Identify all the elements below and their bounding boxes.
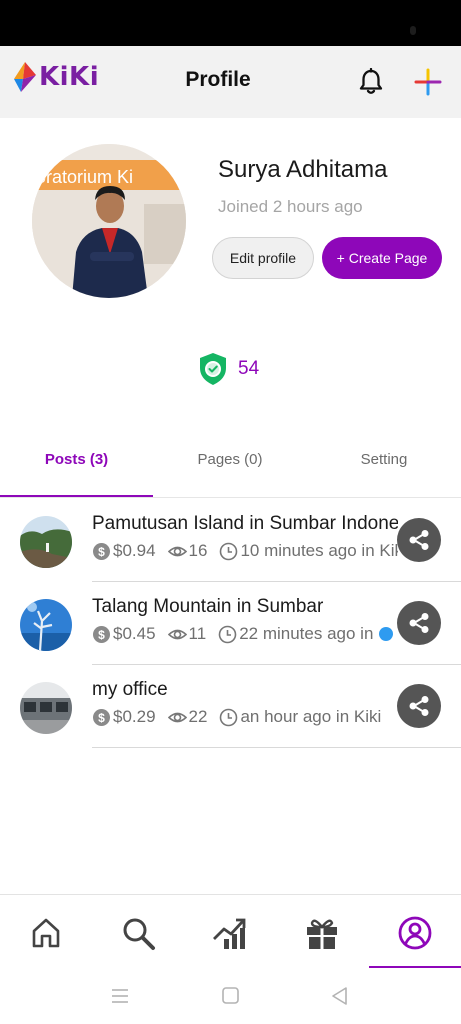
trending-icon [213, 918, 246, 949]
photo-banner-text: oratorium Ki [36, 167, 133, 187]
office-photo-thumbnail [20, 682, 72, 734]
back-icon[interactable] [331, 987, 348, 1005]
coin-icon: $ [93, 625, 110, 643]
coin-icon: $ [93, 542, 110, 560]
nav-gift[interactable] [276, 895, 368, 969]
eye-icon [167, 712, 187, 722]
edit-profile-button[interactable]: Edit profile [212, 237, 314, 279]
post-views: 16 [188, 541, 208, 560]
post-earnings: $0.94 [113, 541, 156, 560]
page-title: Profile [185, 68, 251, 91]
share-button[interactable] [397, 684, 441, 728]
add-icon[interactable] [414, 68, 442, 96]
post-earnings: $0.29 [113, 707, 156, 726]
svg-text:$: $ [98, 711, 105, 725]
coin-icon: $ [93, 708, 110, 726]
bottom-navigation [0, 894, 461, 968]
tab-pages[interactable]: Pages (0) [153, 451, 307, 468]
reputation-score: 54 [198, 352, 259, 386]
menu-icon[interactable] [111, 988, 129, 1004]
post-time: 10 minutes ago in Kiki [240, 541, 398, 560]
bell-icon[interactable] [358, 68, 384, 96]
tab-setting[interactable]: Setting [307, 451, 461, 468]
share-button[interactable] [397, 601, 441, 645]
camera-cutout [410, 26, 416, 35]
divider [92, 747, 461, 748]
gift-icon [307, 919, 337, 949]
profile-icon [398, 916, 432, 950]
status-bar [0, 0, 461, 46]
clock-icon [220, 542, 238, 560]
share-button[interactable] [397, 518, 441, 562]
list-item[interactable]: my office $ $0.29 22 an hour ago in Kiki [0, 665, 461, 748]
shield-check-icon [200, 353, 226, 385]
clock-icon [220, 708, 238, 726]
kiki-logo-icon [14, 62, 36, 92]
nav-profile[interactable] [369, 895, 461, 969]
create-page-button[interactable]: + Create Page [322, 237, 442, 279]
post-time: an hour ago in Kiki [240, 707, 382, 726]
home-square-icon[interactable] [222, 987, 239, 1004]
page-badge-icon [379, 627, 394, 641]
post-meta: $ $0.29 22 an hour ago in Kiki [92, 707, 398, 727]
post-meta: $ $0.45 11 22 minutes ago in [92, 624, 398, 644]
svg-text:$: $ [98, 545, 105, 559]
joined-time: Joined 2 hours ago [218, 197, 363, 216]
nav-trending[interactable] [184, 895, 276, 969]
active-tab-indicator [0, 495, 153, 497]
profile-name: Surya Adhitama [218, 156, 388, 183]
post-time: 22 minutes ago in [239, 624, 374, 643]
post-title: Talang Mountain in Sumbar [92, 596, 324, 617]
share-icon [409, 613, 429, 633]
island-photo-thumbnail [20, 516, 72, 568]
nav-search[interactable] [92, 895, 184, 969]
tab-posts[interactable]: Posts (3) [0, 451, 153, 468]
post-title: my office [92, 679, 168, 700]
search-icon [123, 918, 155, 950]
kiki-logo[interactable]: KiKi [14, 62, 99, 92]
profile-tabs: Posts (3) Pages (0) Setting [0, 438, 461, 498]
eye-icon [167, 629, 187, 639]
clock-icon [218, 625, 237, 643]
home-icon [32, 918, 60, 948]
avatar[interactable]: oratorium Ki [32, 144, 186, 298]
app-bar: KiKi Profile [0, 46, 461, 118]
eye-icon [167, 546, 187, 556]
post-title: Pamutusan Island in Sumbar Indonesia [92, 513, 398, 534]
nav-home[interactable] [0, 895, 92, 969]
share-icon [409, 696, 429, 716]
logo-text: KiKi [39, 62, 100, 92]
mountain-photo-thumbnail [20, 599, 72, 651]
system-navigation [0, 968, 461, 1024]
list-item[interactable]: Talang Mountain in Sumbar $ $0.45 11 22 … [0, 582, 461, 665]
post-views: 22 [188, 707, 208, 726]
post-views: 11 [188, 624, 207, 643]
post-meta: $ $0.94 16 10 minutes ago in Kiki [92, 541, 398, 561]
score-value: 54 [238, 358, 260, 379]
list-item[interactable]: Pamutusan Island in Sumbar Indonesia $ $… [0, 499, 461, 582]
share-icon [409, 530, 429, 550]
svg-text:$: $ [98, 628, 105, 642]
post-earnings: $0.45 [113, 624, 156, 643]
